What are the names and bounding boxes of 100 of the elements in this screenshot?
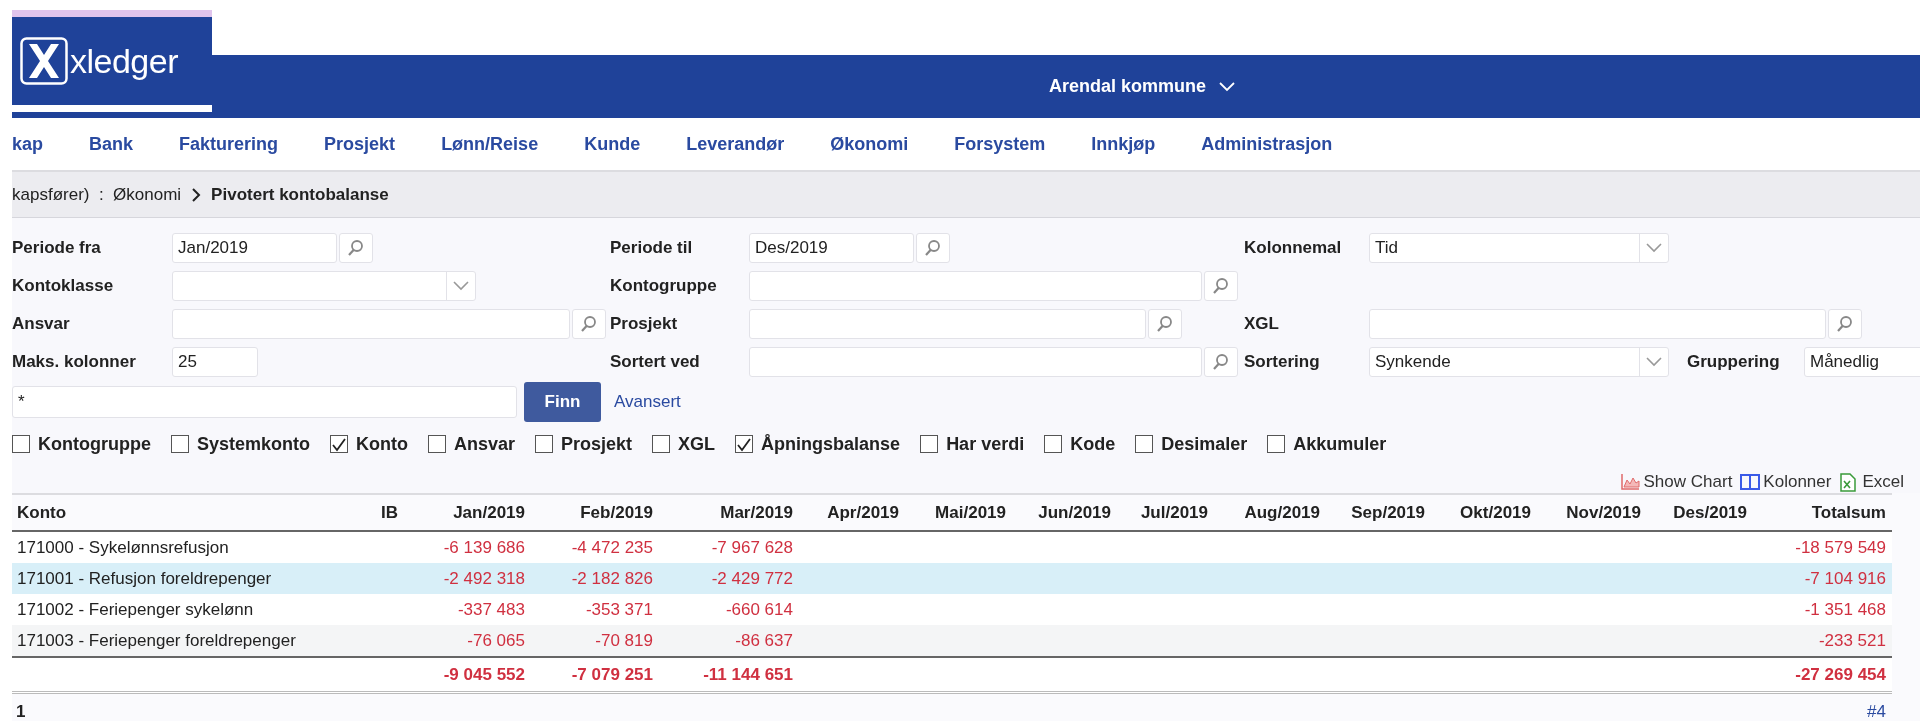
nav-link[interactable]: Leverandør xyxy=(686,133,785,155)
checkbox[interactable] xyxy=(428,435,446,453)
total-cell: -27 269 454 xyxy=(1753,657,1892,693)
nav-link[interactable]: Økonomi xyxy=(830,133,909,155)
search-field[interactable]: * xyxy=(12,386,517,418)
chevron-down-icon xyxy=(1646,243,1662,253)
chevron-down-icon xyxy=(1218,80,1237,93)
dropdown[interactable]: Tid xyxy=(1369,233,1669,263)
field-label: Maks. kolonner xyxy=(12,352,137,372)
checkmark-icon xyxy=(736,436,753,452)
total-cell: -11 144 651 xyxy=(659,657,799,693)
search-button[interactable] xyxy=(1204,347,1238,377)
advanced-link[interactable]: Avansert xyxy=(614,392,681,412)
checkbox[interactable] xyxy=(920,435,939,453)
table-cell: -660 614 xyxy=(659,594,799,625)
checkbox[interactable] xyxy=(12,435,30,453)
chevron-down-icon xyxy=(1646,357,1662,367)
search-icon xyxy=(347,239,365,257)
toolbar-link[interactable]: Kolonner xyxy=(1740,472,1832,492)
checkbox-label[interactable]: Systemkonto xyxy=(197,433,310,455)
nav-link[interactable]: Bank xyxy=(89,133,134,155)
nav-link[interactable]: kap xyxy=(12,133,44,155)
checkbox[interactable] xyxy=(1135,435,1154,453)
checkbox[interactable] xyxy=(652,435,671,453)
area-chart-icon xyxy=(1620,472,1641,492)
checkbox[interactable] xyxy=(535,435,554,453)
text-field[interactable]: Des/2019 xyxy=(749,233,914,263)
field-label: Gruppering xyxy=(1687,352,1781,372)
toolbar-link[interactable]: Show Chart xyxy=(1620,472,1733,492)
page-number: 1 xyxy=(15,702,26,721)
field-label: Sortert ved xyxy=(610,352,701,372)
dropdown[interactable]: Synkende xyxy=(1369,347,1669,377)
checkbox[interactable] xyxy=(330,435,348,453)
search-icon xyxy=(1212,277,1230,295)
text-field[interactable] xyxy=(749,271,1202,301)
checkbox[interactable] xyxy=(171,435,189,453)
nav-link[interactable]: Administrasjon xyxy=(1201,133,1333,155)
search-button[interactable] xyxy=(1828,309,1862,339)
logo-text: xledger xyxy=(70,41,178,81)
table-row[interactable]: 171003 - Feriepenger foreldrepenger -76 065 -70 819 -86 637 -233 521 xyxy=(12,625,1892,657)
nav-link[interactable]: Prosjekt xyxy=(324,133,396,155)
table-cell: 171002 - Feriepenger sykelønn xyxy=(12,594,352,625)
table-cell: -7 104 916 xyxy=(1753,563,1892,594)
search-button[interactable] xyxy=(916,233,950,263)
nav-link[interactable]: Innkjøp xyxy=(1091,133,1156,155)
table-cell: -7 967 628 xyxy=(659,531,799,563)
text-field[interactable] xyxy=(172,309,570,339)
table-row[interactable]: 171002 - Feriepenger sykelønn -337 483 -353 371 -660 614 -1 351 468 xyxy=(12,594,1892,625)
text-field[interactable]: Jan/2019 xyxy=(172,233,337,263)
table-cell: -2 492 318 xyxy=(404,563,531,594)
find-button[interactable]: Finn xyxy=(524,382,601,422)
table-cell: -70 819 xyxy=(531,625,659,657)
organization-dropdown[interactable]: Arendal kommune xyxy=(1045,72,1241,101)
page-title: Pivotert kontobalanse xyxy=(211,184,389,205)
checkbox-label[interactable]: Ansvar xyxy=(454,433,516,455)
table-cell: -4 472 235 xyxy=(531,531,659,563)
search-button[interactable] xyxy=(572,309,606,339)
field-label: Periode fra xyxy=(12,238,102,258)
text-field[interactable]: 25 xyxy=(172,347,258,377)
nav-link[interactable]: Lønn/Reise xyxy=(441,133,539,155)
breadcrumb-link[interactable]: kapsfører) : Økonomi xyxy=(12,184,182,205)
table-cell: -2 429 772 xyxy=(659,563,799,594)
search-icon xyxy=(1212,353,1230,371)
search-button[interactable] xyxy=(339,233,373,263)
nav-link[interactable]: Fakturering xyxy=(179,133,279,155)
row-count-link[interactable]: #4 xyxy=(1867,702,1892,721)
text-field[interactable] xyxy=(1369,309,1826,339)
checkbox-label[interactable]: Åpningsbalanse xyxy=(761,433,901,455)
text-field[interactable]: Månedlig xyxy=(1804,347,1920,377)
search-icon xyxy=(1836,315,1854,333)
logo-icon xyxy=(20,37,68,85)
table-cell: -337 483 xyxy=(404,594,531,625)
field-label: Ansvar xyxy=(12,314,71,334)
table-cell: 171000 - Sykelønnsrefusjon xyxy=(12,531,352,563)
checkbox-label[interactable]: Akkumuler xyxy=(1293,433,1387,455)
checkbox-label[interactable]: XGL xyxy=(678,433,716,455)
nav-link[interactable]: Kunde xyxy=(584,133,641,155)
table-cell: -6 139 686 xyxy=(404,531,531,563)
nav-link[interactable]: Forsystem xyxy=(954,133,1046,155)
table-cell: -2 182 826 xyxy=(531,563,659,594)
checkbox[interactable] xyxy=(735,435,754,453)
checkbox-label[interactable]: Kontogruppe xyxy=(38,433,151,455)
table-cell: -18 579 549 xyxy=(1753,531,1892,563)
toolbar-link[interactable]: Excel xyxy=(1839,472,1904,492)
checkbox-label[interactable]: Har verdi xyxy=(946,433,1025,455)
text-field[interactable] xyxy=(749,309,1146,339)
search-button[interactable] xyxy=(1148,309,1182,339)
table-row[interactable]: 171001 - Refusjon foreldrepenger -2 492 318 -2 182 826 -2 429 772 -7 104 916 xyxy=(12,563,1892,594)
checkbox-label[interactable]: Konto xyxy=(356,433,408,455)
checkbox-label[interactable]: Desimaler xyxy=(1161,433,1248,455)
checkbox[interactable] xyxy=(1267,435,1286,453)
checkbox-label[interactable]: Kode xyxy=(1070,433,1116,455)
table-row[interactable]: 171000 - Sykelønnsrefusjon -6 139 686 -4 472 235 -7 967 628 -18 579 549 xyxy=(12,531,1892,563)
field-label: Kontogruppe xyxy=(610,276,718,296)
table-cell: -76 065 xyxy=(404,625,531,657)
text-field[interactable] xyxy=(749,347,1202,377)
search-button[interactable] xyxy=(1204,271,1238,301)
search-icon xyxy=(924,239,942,257)
checkbox-label[interactable]: Prosjekt xyxy=(561,433,633,455)
checkbox[interactable] xyxy=(1044,435,1063,453)
